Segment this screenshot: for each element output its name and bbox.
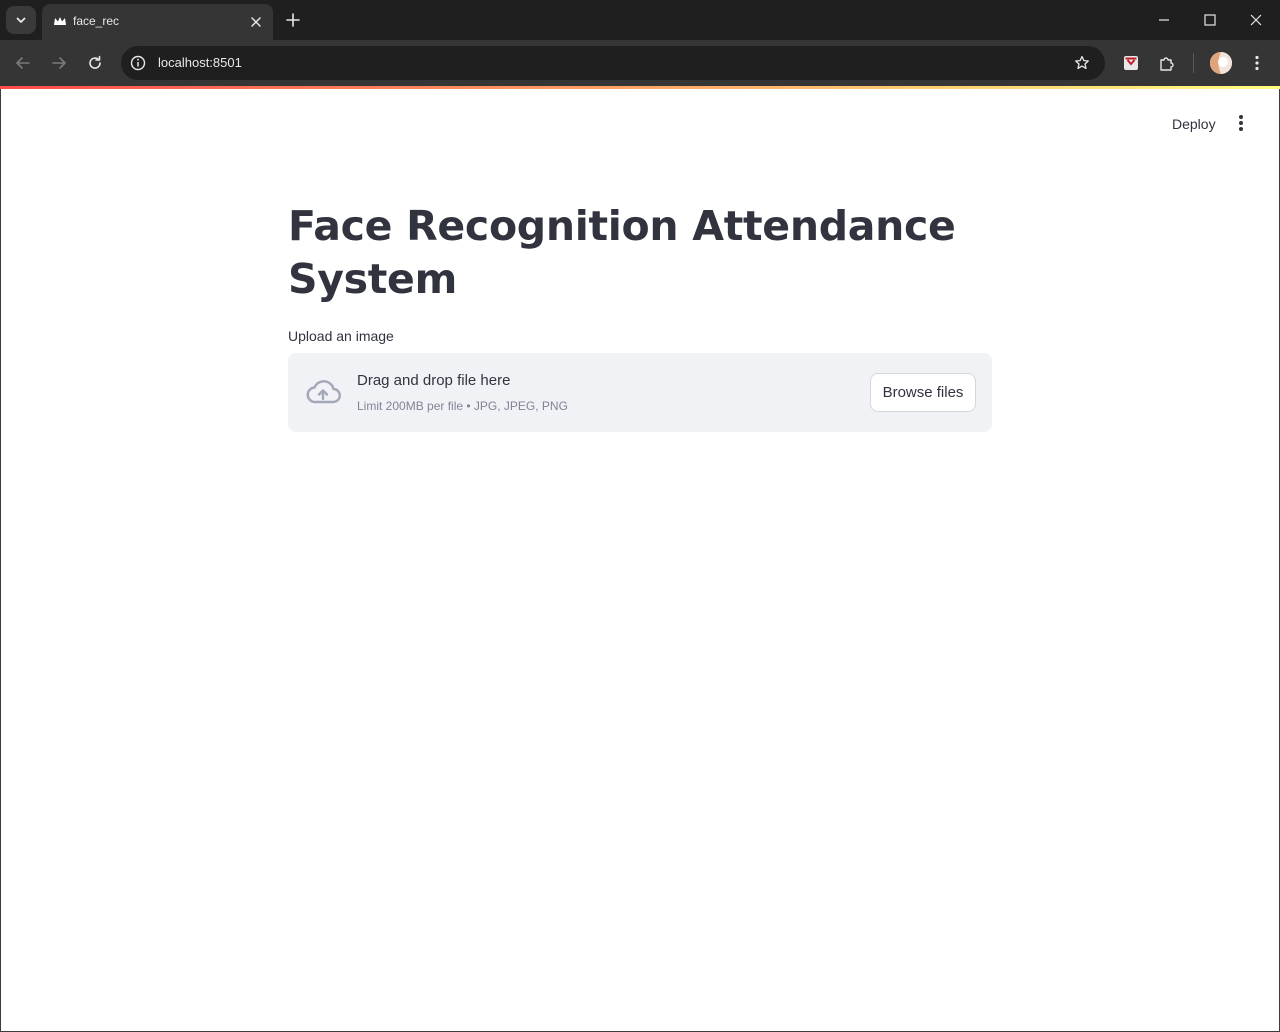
close-window-icon[interactable] [1246,10,1266,30]
reload-icon[interactable] [85,53,105,73]
tab-strip: face_rec [0,0,1280,40]
toolbar-separator [1193,53,1194,73]
app-header: Deploy [0,89,1280,149]
cloud-upload-icon [306,380,341,404]
streamlit-crown-icon [54,17,66,25]
deploy-button[interactable]: Deploy [1162,112,1226,136]
page-title: Face Recognition Attendance System [288,202,956,303]
file-dropzone[interactable]: Drag and drop file here Limit 200MB per … [288,353,992,432]
address-bar[interactable]: localhost:8501 [121,46,1105,80]
browse-files-button[interactable]: Browse files [870,373,976,412]
puzzle-icon[interactable] [1157,53,1177,73]
plus-icon[interactable] [283,10,303,30]
uploader-label: Upload an image [288,328,394,344]
minimize-icon[interactable] [1154,10,1174,30]
tab-search-button[interactable] [6,6,36,34]
browser-toolbar: localhost:8501 [0,40,1280,86]
avatar-image [1210,52,1232,74]
bookmark-star-icon[interactable] [1073,54,1091,72]
chevron-down-icon [16,17,26,23]
browser-menu-icon[interactable] [1247,53,1267,73]
maximize-icon[interactable] [1200,10,1220,30]
extension-icon[interactable] [1121,53,1141,73]
active-tab[interactable]: face_rec [42,4,273,40]
main-content: Face Recognition Attendance System Uploa… [288,200,992,432]
more-vert-icon[interactable] [1232,113,1250,133]
forward-icon[interactable] [49,53,69,73]
site-info-icon[interactable] [129,54,147,72]
url-text[interactable]: localhost:8501 [158,55,242,70]
profile-avatar[interactable] [1210,52,1232,74]
browser-window [0,0,1280,1032]
close-icon[interactable] [248,14,264,30]
tab-title: face_rec [73,14,120,28]
dropzone-limit-text: Limit 200MB per file • JPG, JPEG, PNG [357,399,568,413]
dropzone-instructions: Drag and drop file here [357,372,511,389]
back-icon[interactable] [13,53,33,73]
